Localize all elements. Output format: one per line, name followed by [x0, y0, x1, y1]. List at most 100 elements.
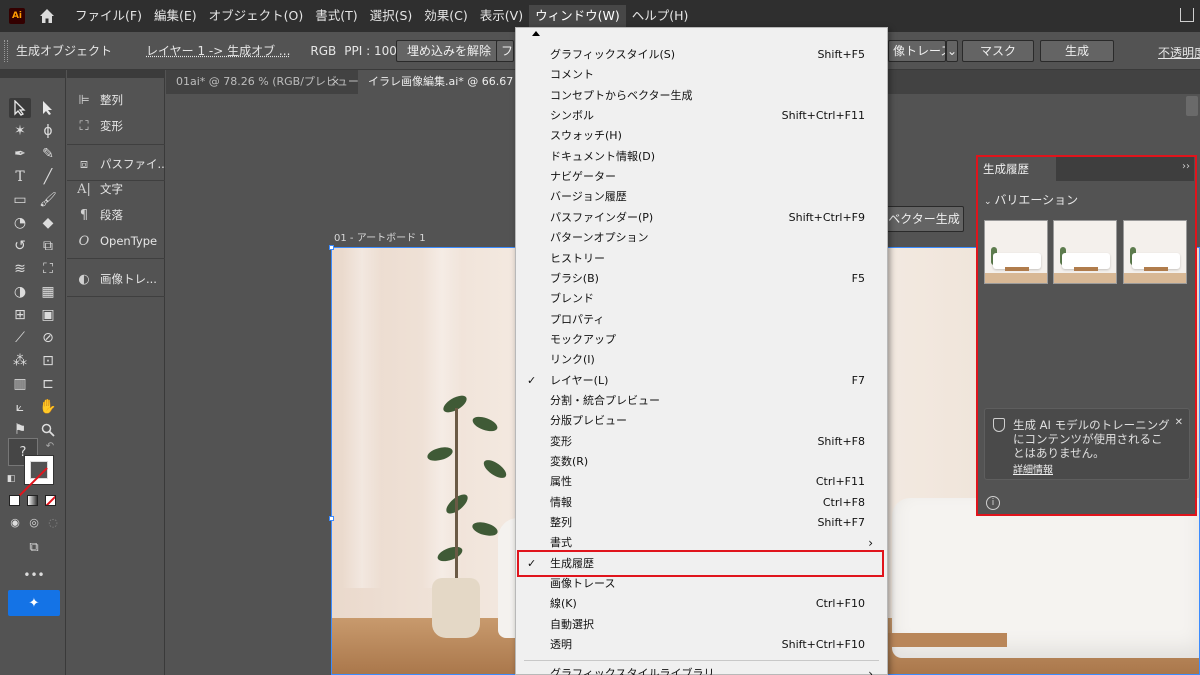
direct-selection-tool-icon[interactable]: [37, 98, 59, 118]
control-bar-grip[interactable]: [4, 39, 8, 62]
document-tab-1[interactable]: 01ai* @ 78.26 % (RGB/プレビュー) ×: [166, 70, 363, 94]
generation-history-tab[interactable]: 生成履歴: [978, 157, 1056, 181]
shape-builder-tool-icon[interactable]: ◑: [9, 282, 31, 302]
menu-item[interactable]: 分版プレビュー: [516, 411, 887, 431]
shaper-tool-icon[interactable]: ◔: [9, 213, 31, 233]
scroll-up-icon[interactable]: [532, 31, 540, 36]
menu-select[interactable]: 選択(S): [364, 5, 419, 27]
gradient-tool-icon[interactable]: ▣: [37, 305, 59, 325]
rotate-tool-icon[interactable]: ↺: [9, 236, 31, 256]
free-transform-tool-icon[interactable]: ⛶: [37, 259, 59, 279]
menu-item[interactable]: グラフィックスタイル(S) Shift+F5: [516, 45, 887, 65]
menu-item[interactable]: スウォッチ(H): [516, 126, 887, 146]
default-colors-icon[interactable]: ◧: [5, 473, 17, 485]
paintbrush-tool-icon[interactable]: 🖌: [37, 190, 59, 210]
menu-item[interactable]: 変数(R): [516, 452, 887, 472]
opacity-label[interactable]: 不透明度: [1158, 44, 1200, 61]
pathfinder-panel-button[interactable]: ⧈ パスファイ...: [75, 153, 169, 175]
menu-item[interactable]: ドキュメント情報(D): [516, 147, 887, 167]
menu-item[interactable]: ブレンド: [516, 289, 887, 309]
mesh-tool-icon[interactable]: ⊞: [9, 305, 31, 325]
artboard-label[interactable]: 01 - アートボード 1: [334, 229, 426, 244]
share-icon[interactable]: [1180, 8, 1194, 22]
blend-tool-icon[interactable]: ⊘: [37, 328, 59, 348]
menu-item[interactable]: バージョン履歴: [516, 187, 887, 207]
column-graph-tool-icon[interactable]: ▥: [9, 374, 31, 394]
close-icon[interactable]: ×: [331, 70, 340, 94]
menu-item[interactable]: 変形 Shift+F8: [516, 432, 887, 452]
magic-wand-tool-icon[interactable]: ✶: [9, 121, 31, 141]
menu-item[interactable]: ブラシ(B) F5: [516, 269, 887, 289]
menu-item[interactable]: 画像トレース: [516, 574, 887, 594]
gradient-mode-icon[interactable]: [27, 495, 38, 506]
menu-item[interactable]: モックアップ: [516, 330, 887, 350]
menu-item[interactable]: 情報 Ctrl+F8: [516, 493, 887, 513]
variation-thumbnail[interactable]: [1123, 220, 1187, 284]
menu-item[interactable]: 分割・統合プレビュー: [516, 391, 887, 411]
none-mode-icon[interactable]: [45, 495, 56, 506]
lasso-tool-icon[interactable]: ϕ: [37, 121, 59, 141]
transform-panel-button[interactable]: ⛶ 変形: [75, 115, 123, 137]
vectorize-button[interactable]: ベクター生成: [884, 206, 964, 232]
type-tool-icon[interactable]: T: [9, 167, 31, 187]
menu-view[interactable]: 表示(V): [474, 5, 529, 27]
character-panel-button[interactable]: A| 文字: [75, 178, 123, 200]
menu-type[interactable]: 書式(T): [309, 5, 363, 27]
menu-help[interactable]: ヘルプ(H): [626, 5, 695, 27]
menu-item[interactable]: グラフィックスタイルライブラリ ›: [516, 664, 887, 675]
scale-tool-icon[interactable]: ⧉: [37, 236, 59, 256]
variation-thumbnail[interactable]: [984, 220, 1048, 284]
draw-behind-icon[interactable]: ◎: [25, 514, 43, 530]
menu-item[interactable]: パターンオプション: [516, 228, 887, 248]
variations-section-header[interactable]: ⌄ バリエーション: [984, 191, 1078, 208]
trace-dropdown-icon[interactable]: ⌄: [946, 40, 958, 62]
image-trace-panel-button[interactable]: ◐ 画像トレ...: [75, 268, 157, 290]
draw-normal-icon[interactable]: ◉: [6, 514, 24, 530]
menu-item[interactable]: 属性 Ctrl+F11: [516, 472, 887, 492]
align-panel-button[interactable]: ⊫ 整列: [75, 89, 123, 111]
screen-mode-icon[interactable]: ⧉: [22, 538, 46, 556]
zoom-tool-icon[interactable]: [37, 420, 59, 440]
menu-object[interactable]: オブジェクト(O): [203, 5, 310, 27]
partial-button[interactable]: フ: [496, 40, 514, 62]
color-mode-icon[interactable]: [9, 495, 20, 506]
menu-item[interactable]: 自動選択: [516, 615, 887, 635]
unembed-button[interactable]: 埋め込みを解除: [396, 40, 503, 62]
opentype-panel-button[interactable]: O OpenType: [75, 230, 157, 252]
artboard-tool-icon[interactable]: ⊏: [37, 374, 59, 394]
slice-tool-icon[interactable]: ⟀: [9, 397, 31, 417]
symbol-sprayer-tool-icon[interactable]: ⁂: [9, 351, 31, 371]
menu-item[interactable]: ナビゲーター: [516, 167, 887, 187]
learn-more-link[interactable]: 詳細情報: [1013, 461, 1053, 476]
selection-handle[interactable]: [329, 245, 334, 250]
selection-handle[interactable]: [329, 516, 334, 521]
eyedropper-tool-icon[interactable]: ⟋: [9, 328, 31, 348]
mockup-tool-icon[interactable]: ⊡: [37, 351, 59, 371]
draw-inside-icon[interactable]: ◌: [44, 514, 62, 530]
menu-edit[interactable]: 編集(E): [148, 5, 203, 27]
menu-file[interactable]: ファイル(F): [69, 5, 148, 27]
paragraph-panel-button[interactable]: ¶ 段落: [75, 204, 123, 226]
more-tools-icon[interactable]: •••: [22, 568, 46, 582]
menu-item[interactable]: 透明 Shift+Ctrl+F10: [516, 635, 887, 655]
info-icon[interactable]: i: [986, 496, 1000, 510]
menu-item[interactable]: コンセプトからベクター生成: [516, 86, 887, 106]
layer-path[interactable]: レイヤー 1 -> 生成オブ ...: [146, 42, 290, 59]
hand-tool-icon[interactable]: ✋: [37, 397, 59, 417]
menu-item[interactable]: ✓ レイヤー(L) F7: [516, 371, 887, 391]
menu-item[interactable]: 線(K) Ctrl+F10: [516, 594, 887, 614]
variation-thumbnail[interactable]: [1053, 220, 1117, 284]
line-tool-icon[interactable]: ╱: [37, 167, 59, 187]
menu-item[interactable]: ヒストリー: [516, 249, 887, 269]
rectangle-tool-icon[interactable]: ▭: [9, 190, 31, 210]
image-trace-button[interactable]: 像トレース: [888, 40, 946, 62]
collapse-panel-icon[interactable]: ››: [1182, 161, 1190, 172]
menu-item[interactable]: パスファインダー(P) Shift+Ctrl+F9: [516, 208, 887, 228]
vertical-scrollbar[interactable]: [1186, 96, 1198, 116]
pen-tool-icon[interactable]: ✒: [9, 144, 31, 164]
menu-effect[interactable]: 効果(C): [418, 5, 473, 27]
width-tool-icon[interactable]: ≋: [9, 259, 31, 279]
close-icon[interactable]: ✕: [1175, 417, 1183, 428]
curvature-tool-icon[interactable]: ✎: [37, 144, 59, 164]
menu-item[interactable]: プロパティ: [516, 310, 887, 330]
